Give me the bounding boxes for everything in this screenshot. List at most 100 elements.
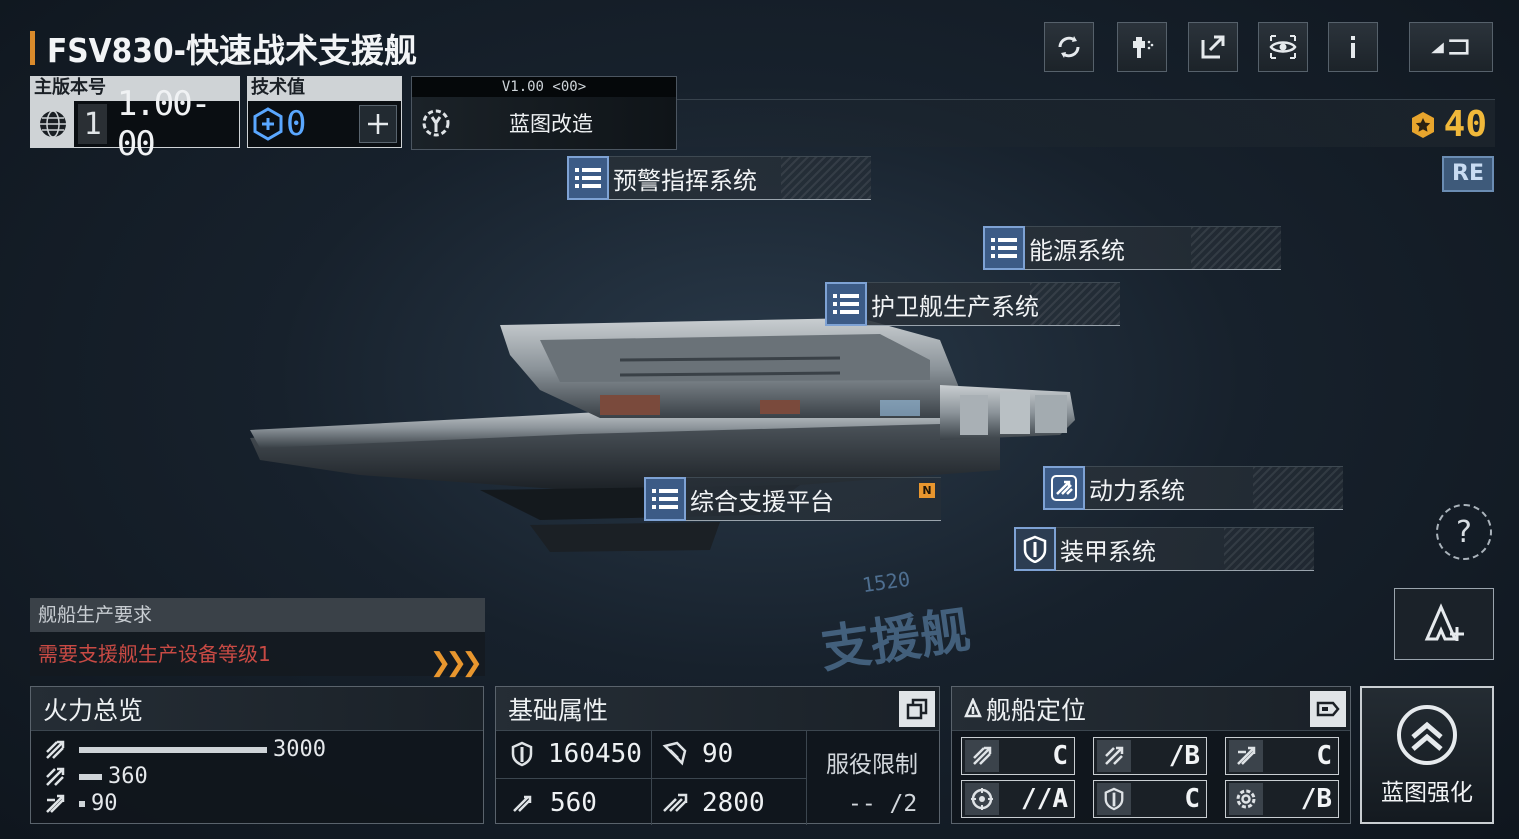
spray-paint-icon <box>1133 37 1154 58</box>
header-strip <box>677 99 1495 147</box>
blueprint-label: 蓝图改造 <box>509 112 593 136</box>
warp-stat: 2800 <box>662 788 765 818</box>
system-early-warning[interactable]: 预警指挥系统 <box>567 156 871 200</box>
service-limit-value: -- /2 <box>848 791 918 817</box>
role-grade: C <box>1184 784 1200 814</box>
role-cell[interactable]: /B <box>1093 737 1207 775</box>
credits-value: 40 <box>1443 104 1487 145</box>
globe-icon <box>31 101 75 147</box>
system-label: 动力系统 <box>1089 476 1185 505</box>
eye-icon <box>1269 35 1297 59</box>
tag-icon <box>1316 701 1340 717</box>
re-badge[interactable]: RE <box>1442 156 1494 192</box>
add-tech-button[interactable] <box>359 105 397 143</box>
back-icon <box>1431 39 1469 55</box>
speed-stat: 560 <box>510 788 597 818</box>
shield-icon <box>1014 527 1056 571</box>
armor-value: 90 <box>702 739 734 769</box>
production-requirement: 舰船生产要求 需要支援舰生产设备等级1 ❯❯❯ <box>30 598 485 678</box>
double-chevron-up-icon <box>1397 705 1457 765</box>
production-requirement-text: 需要支援舰生产设备等级1 <box>38 642 271 666</box>
list-icon <box>825 282 867 326</box>
system-label: 能源系统 <box>1029 236 1125 265</box>
service-limit-label: 服役限制 <box>826 752 918 778</box>
roles-detail-button[interactable] <box>1310 691 1346 727</box>
blueprint-enhance-button[interactable]: 蓝图强化 <box>1360 686 1494 824</box>
hull-class-text: 支援舰 <box>817 600 974 680</box>
role-cell[interactable]: C <box>1225 737 1339 775</box>
version-major: 1 <box>78 104 107 144</box>
help-button[interactable]: ? <box>1436 504 1492 560</box>
role-grade: /B <box>1168 741 1200 771</box>
system-label: 装甲系统 <box>1060 537 1156 566</box>
view-button[interactable] <box>1258 22 1308 72</box>
speed-icon <box>513 795 532 812</box>
plus-icon <box>368 114 388 134</box>
system-support-platform[interactable]: 综合支援平台 N <box>644 477 941 521</box>
list-icon <box>644 477 686 521</box>
armor-stat: 90 <box>662 739 733 769</box>
upgrade-button[interactable] <box>1394 588 1494 660</box>
aircraft-icon <box>46 794 65 813</box>
list-icon <box>567 156 609 200</box>
hp-value: 160450 <box>548 739 642 769</box>
armor-icon <box>662 741 687 766</box>
refresh-button[interactable] <box>1044 22 1094 72</box>
expand-attributes-button[interactable] <box>899 691 935 727</box>
firepower-value: 360 <box>108 764 148 789</box>
firepower-bar <box>79 746 267 753</box>
refresh-icon <box>1058 36 1080 58</box>
hp-stat: 160450 <box>510 739 642 769</box>
production-title: 舰船生产要求 <box>30 598 485 632</box>
firepower-value: 90 <box>91 791 118 816</box>
role-cell[interactable]: C <box>961 737 1075 775</box>
firepower-bar <box>79 800 85 807</box>
warp-icon <box>663 793 688 812</box>
upgrade-icon <box>1424 603 1464 641</box>
system-propulsion[interactable]: 动力系统 <box>1043 466 1343 510</box>
firepower-row-aircraft: 90 <box>43 791 118 816</box>
system-label: 护卫舰生产系统 <box>871 292 1039 321</box>
credits-icon <box>1411 111 1434 138</box>
tech-label: 技术值 <box>247 76 402 100</box>
crosshair-icon <box>965 783 999 815</box>
system-energy[interactable]: 能源系统 <box>983 226 1281 270</box>
back-button[interactable] <box>1409 22 1493 72</box>
info-button[interactable] <box>1328 22 1378 72</box>
window-icon <box>906 698 928 720</box>
role-cell[interactable]: /B <box>1225 780 1339 818</box>
projectile-icon <box>46 767 65 786</box>
attributes-panel: 基础属性 160450 90 560 2800 服役限制 -- /2 <box>495 686 940 825</box>
share-button[interactable] <box>1188 22 1238 72</box>
missile-icon <box>965 740 999 772</box>
blueprint-modify-button[interactable]: V1.00 <00> 蓝图改造 <box>411 76 677 150</box>
gear-icon <box>1229 783 1263 815</box>
tech-box: 技术值 0 <box>247 76 402 148</box>
attributes-title: 基础属性 <box>508 695 609 725</box>
role-cell[interactable]: //A <box>961 780 1075 818</box>
firepower-panel: 火力总览 3000 360 90 <box>30 686 484 824</box>
firepower-row-missile: 3000 <box>43 737 326 762</box>
ship-marker-icon <box>964 697 982 717</box>
firepower-value: 3000 <box>273 737 326 762</box>
ship-model <box>250 318 1075 552</box>
projectile-icon <box>1097 740 1131 772</box>
production-detail-row[interactable]: 需要支援舰生产设备等级1 ❯❯❯ <box>30 632 485 678</box>
firepower-title: 火力总览 <box>31 687 483 731</box>
blueprint-version: V1.00 <00> <box>412 77 676 97</box>
system-armor[interactable]: 装甲系统 <box>1014 527 1314 571</box>
list-icon <box>983 226 1025 270</box>
role-cell[interactable]: C <box>1093 780 1207 818</box>
info-icon <box>1351 36 1355 58</box>
credits-display: 40 <box>1408 104 1487 145</box>
new-badge: N <box>919 483 935 498</box>
hull-number: 1520 <box>860 566 912 598</box>
share-icon <box>1201 35 1225 59</box>
paint-button[interactable] <box>1117 22 1167 72</box>
firepower-row-projectile: 360 <box>43 764 148 789</box>
system-frigate-production[interactable]: 护卫舰生产系统 <box>825 282 1120 326</box>
firepower-bar <box>79 773 102 780</box>
title-accent <box>30 31 35 65</box>
speed-value: 560 <box>550 788 597 818</box>
role-grade: C <box>1316 741 1332 771</box>
